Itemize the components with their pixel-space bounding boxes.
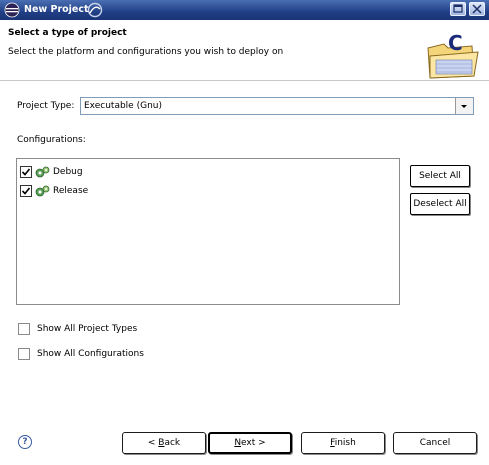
- help-icon[interactable]: ?: [18, 435, 32, 449]
- eclipse-icon: [4, 2, 20, 18]
- gears-icon: [35, 185, 50, 197]
- show-all-configurations-label: Show All Configurations: [37, 349, 144, 359]
- new-c-project-icon: C: [427, 31, 479, 79]
- gears-icon: [35, 166, 50, 178]
- svg-text:C: C: [448, 31, 463, 55]
- checkmark-icon: [21, 187, 31, 195]
- deselect-all-button[interactable]: Deselect All: [410, 193, 470, 215]
- restore-icon: [453, 4, 463, 13]
- project-type-label: Project Type:: [17, 101, 75, 111]
- title-bar[interactable]: New Project: [0, 0, 489, 20]
- wizard-header: Select a type of project Select the plat…: [0, 20, 489, 81]
- close-button[interactable]: [469, 2, 485, 16]
- cancel-button[interactable]: Cancel: [393, 432, 477, 454]
- finish-label-rest: inish: [334, 438, 356, 448]
- header-title: Select a type of project: [8, 28, 127, 38]
- select-all-button[interactable]: Select All: [410, 165, 470, 187]
- show-all-project-types-label: Show All Project Types: [37, 324, 138, 334]
- close-icon: [472, 4, 482, 14]
- header-description: Select the platform and configurations y…: [8, 47, 284, 57]
- configurations-list[interactable]: Debug Release: [16, 158, 400, 305]
- release-checkbox[interactable]: [20, 185, 32, 197]
- debug-label: Debug: [53, 167, 83, 177]
- back-button[interactable]: < Back: [122, 432, 206, 454]
- checkmark-icon: [21, 168, 31, 176]
- configurations-label: Configurations:: [17, 135, 86, 145]
- show-all-project-types-checkbox[interactable]: [18, 323, 30, 335]
- window-title: New Project: [24, 4, 89, 15]
- next-button[interactable]: Next >: [208, 432, 292, 454]
- project-type-value: Executable (Gnu): [84, 101, 162, 111]
- back-label-rest: ack: [164, 438, 181, 448]
- next-label-rest: ext >: [241, 438, 266, 448]
- dropdown-button[interactable]: [455, 98, 473, 114]
- swirl-icon: [87, 2, 103, 18]
- chevron-down-icon: [461, 105, 467, 108]
- show-all-configurations-checkbox[interactable]: [18, 348, 30, 360]
- back-label-prefix: <: [147, 438, 159, 448]
- restore-button[interactable]: [450, 2, 466, 16]
- release-label: Release: [53, 186, 89, 196]
- project-type-dropdown[interactable]: Executable (Gnu): [80, 97, 474, 115]
- debug-checkbox[interactable]: [20, 166, 32, 178]
- finish-button[interactable]: Finish: [301, 432, 385, 454]
